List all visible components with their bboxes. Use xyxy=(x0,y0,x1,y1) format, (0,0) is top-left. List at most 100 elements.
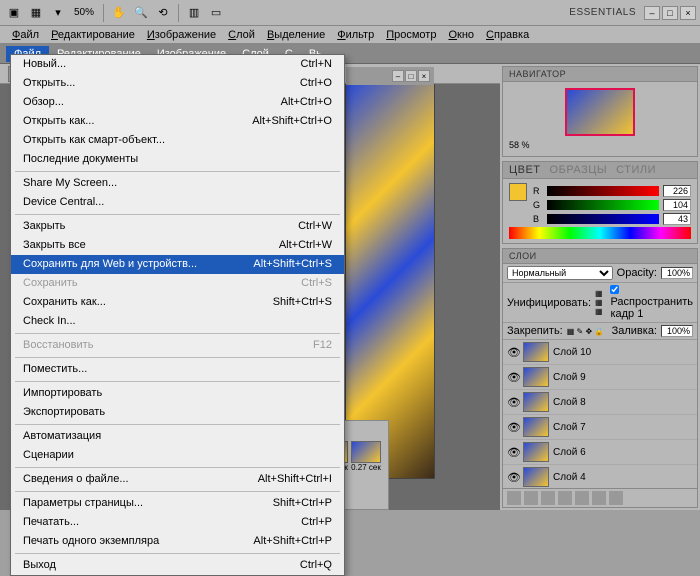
menu-item[interactable]: Поместить... xyxy=(11,360,344,379)
close-button[interactable]: × xyxy=(680,6,696,20)
animation-frame[interactable]: 0.27 сек xyxy=(351,441,381,472)
opacity-field[interactable]: 100% xyxy=(661,267,693,279)
screen-icon[interactable]: ▭ xyxy=(206,3,226,23)
navigator-panel: НАВИГАТОР 58 % xyxy=(502,66,698,157)
menu-item[interactable]: Открыть как...Alt+Shift+Ctrl+O xyxy=(11,112,344,131)
layer-thumbnail[interactable] xyxy=(523,467,549,487)
menu-item[interactable]: Открыть как смарт-объект... xyxy=(11,131,344,150)
group-icon[interactable] xyxy=(575,491,589,505)
layers-tab[interactable]: СЛОИ xyxy=(503,249,697,264)
blue-value[interactable]: 43 xyxy=(663,213,691,225)
menu-item[interactable]: Сохранить как...Shift+Ctrl+S xyxy=(11,293,344,312)
fill-field[interactable]: 100% xyxy=(661,325,693,337)
layer-thumbnail[interactable] xyxy=(523,417,549,437)
layer-style-icon[interactable] xyxy=(524,491,538,505)
magnify-icon[interactable]: 🔍 xyxy=(131,3,151,23)
menu-Файл[interactable]: Файл xyxy=(6,27,45,43)
layer-thumbnail[interactable] xyxy=(523,367,549,387)
navigator-zoom[interactable]: 58 % xyxy=(509,140,530,150)
menu-item[interactable]: ВыходCtrl+Q xyxy=(11,556,344,575)
menu-item[interactable]: Последние документы xyxy=(11,150,344,169)
layers-panel: СЛОИ Нормальный Opacity: 100% Унифициров… xyxy=(502,248,698,508)
blend-mode-select[interactable]: Нормальный xyxy=(507,266,613,280)
layer-row[interactable]: 👁 Слой 10 xyxy=(503,340,697,365)
tab-swatches[interactable]: ОБРАЗЦЫ xyxy=(550,164,608,176)
layer-row[interactable]: 👁Слой 8 xyxy=(503,390,697,415)
menu-item[interactable]: Открыть...Ctrl+O xyxy=(11,74,344,93)
menu-Изображение[interactable]: Изображение xyxy=(141,27,222,43)
menu-item[interactable]: Импортировать xyxy=(11,384,344,403)
doc-maximize[interactable]: □ xyxy=(405,70,417,82)
menu-item[interactable]: Закрыть всеAlt+Ctrl+W xyxy=(11,236,344,255)
blue-slider[interactable] xyxy=(547,214,659,224)
adjustment-icon[interactable] xyxy=(558,491,572,505)
rotate-icon[interactable]: ⟲ xyxy=(153,3,173,23)
link-layers-icon[interactable] xyxy=(507,491,521,505)
app-topbar: ▣ ▦ ▾ 50% ✋ 🔍 ⟲ ▥ ▭ ESSENTIALS – □ × xyxy=(0,0,700,26)
new-layer-icon[interactable] xyxy=(592,491,606,505)
green-slider[interactable] xyxy=(547,200,659,210)
doc-minimize[interactable]: – xyxy=(392,70,404,82)
menu-item[interactable]: Экспортировать xyxy=(11,403,344,422)
menu-Справка[interactable]: Справка xyxy=(480,27,535,43)
menu-item[interactable]: Сохранить для Web и устройств...Alt+Shif… xyxy=(11,255,344,274)
menu-Редактирование[interactable]: Редактирование xyxy=(45,27,141,43)
tab-color[interactable]: ЦВЕТ xyxy=(509,164,541,176)
menu-item[interactable]: Обзор...Alt+Ctrl+O xyxy=(11,93,344,112)
foreground-swatch[interactable] xyxy=(509,183,527,201)
doc-icon[interactable]: ▾ xyxy=(48,3,68,23)
menu-Выделение[interactable]: Выделение xyxy=(261,27,331,43)
menu-Слой[interactable]: Слой xyxy=(222,27,261,43)
right-panels: НАВИГАТОР 58 % ЦВЕТ ОБРАЗЦЫ СТИЛИ R226 G… xyxy=(500,64,700,510)
menu-Фильтр[interactable]: Фильтр xyxy=(331,27,380,43)
layer-mask-icon[interactable] xyxy=(541,491,555,505)
menu-item[interactable]: Параметры страницы...Shift+Ctrl+P xyxy=(11,494,344,513)
visibility-icon[interactable]: 👁 xyxy=(507,471,519,483)
red-slider[interactable] xyxy=(547,186,659,196)
menu-item[interactable]: Новый...Ctrl+N xyxy=(11,55,344,74)
app-icon[interactable]: ▣ xyxy=(4,3,24,23)
maximize-button[interactable]: □ xyxy=(662,6,678,20)
green-value[interactable]: 104 xyxy=(663,199,691,211)
visibility-icon[interactable]: 👁 xyxy=(507,421,519,433)
menu-item[interactable]: Печать одного экземпляраAlt+Shift+Ctrl+P xyxy=(11,532,344,551)
red-value[interactable]: 226 xyxy=(663,185,691,197)
menu-item: СохранитьCtrl+S xyxy=(11,274,344,293)
menu-item[interactable]: Check In... xyxy=(11,312,344,331)
menu-item[interactable]: Автоматизация xyxy=(11,427,344,446)
menu-item[interactable]: Device Central... xyxy=(11,193,344,212)
layer-row[interactable]: 👁Слой 4 xyxy=(503,465,697,488)
menu-item[interactable]: Печатать...Ctrl+P xyxy=(11,513,344,532)
workspace-label[interactable]: ESSENTIALS xyxy=(563,7,642,18)
arrange-icon[interactable]: ▥ xyxy=(184,3,204,23)
layer-name: Слой 10 xyxy=(553,347,591,358)
menu-item[interactable]: Share My Screen... xyxy=(11,174,344,193)
visibility-icon[interactable]: 👁 xyxy=(507,371,519,383)
visibility-icon[interactable]: 👁 xyxy=(507,396,519,408)
visibility-icon[interactable]: 👁 xyxy=(507,446,519,458)
doc-close[interactable]: × xyxy=(418,70,430,82)
menu-item[interactable]: Сведения о файле...Alt+Shift+Ctrl+I xyxy=(11,470,344,489)
color-spectrum[interactable] xyxy=(509,227,691,239)
propagate-checkbox[interactable]: Распространить кадр 1 xyxy=(610,285,693,320)
navigator-tab[interactable]: НАВИГАТОР xyxy=(503,67,697,82)
layer-thumbnail[interactable] xyxy=(523,392,549,412)
minimize-button[interactable]: – xyxy=(644,6,660,20)
navigator-thumbnail[interactable] xyxy=(565,88,635,136)
menu-item[interactable]: ЗакрытьCtrl+W xyxy=(11,217,344,236)
menu-Просмотр[interactable]: Просмотр xyxy=(380,27,442,43)
hand-icon[interactable]: ✋ xyxy=(109,3,129,23)
tab-styles[interactable]: СТИЛИ xyxy=(616,164,656,176)
delete-layer-icon[interactable] xyxy=(609,491,623,505)
zoom-level[interactable]: 50% xyxy=(70,5,98,20)
layer-row[interactable]: 👁 Слой 6 xyxy=(503,440,697,465)
layer-thumbnail[interactable] xyxy=(523,342,549,362)
tool-icon[interactable]: ▦ xyxy=(26,3,46,23)
menu-item[interactable]: Сценарии xyxy=(11,446,344,465)
menu-Окно[interactable]: Окно xyxy=(442,27,480,43)
layer-name: Слой 6 xyxy=(553,447,586,458)
layer-thumbnail[interactable] xyxy=(523,442,549,462)
layer-row[interactable]: 👁Слой 7 xyxy=(503,415,697,440)
layer-row[interactable]: 👁Слой 9 xyxy=(503,365,697,390)
visibility-icon[interactable]: 👁 xyxy=(507,346,519,358)
